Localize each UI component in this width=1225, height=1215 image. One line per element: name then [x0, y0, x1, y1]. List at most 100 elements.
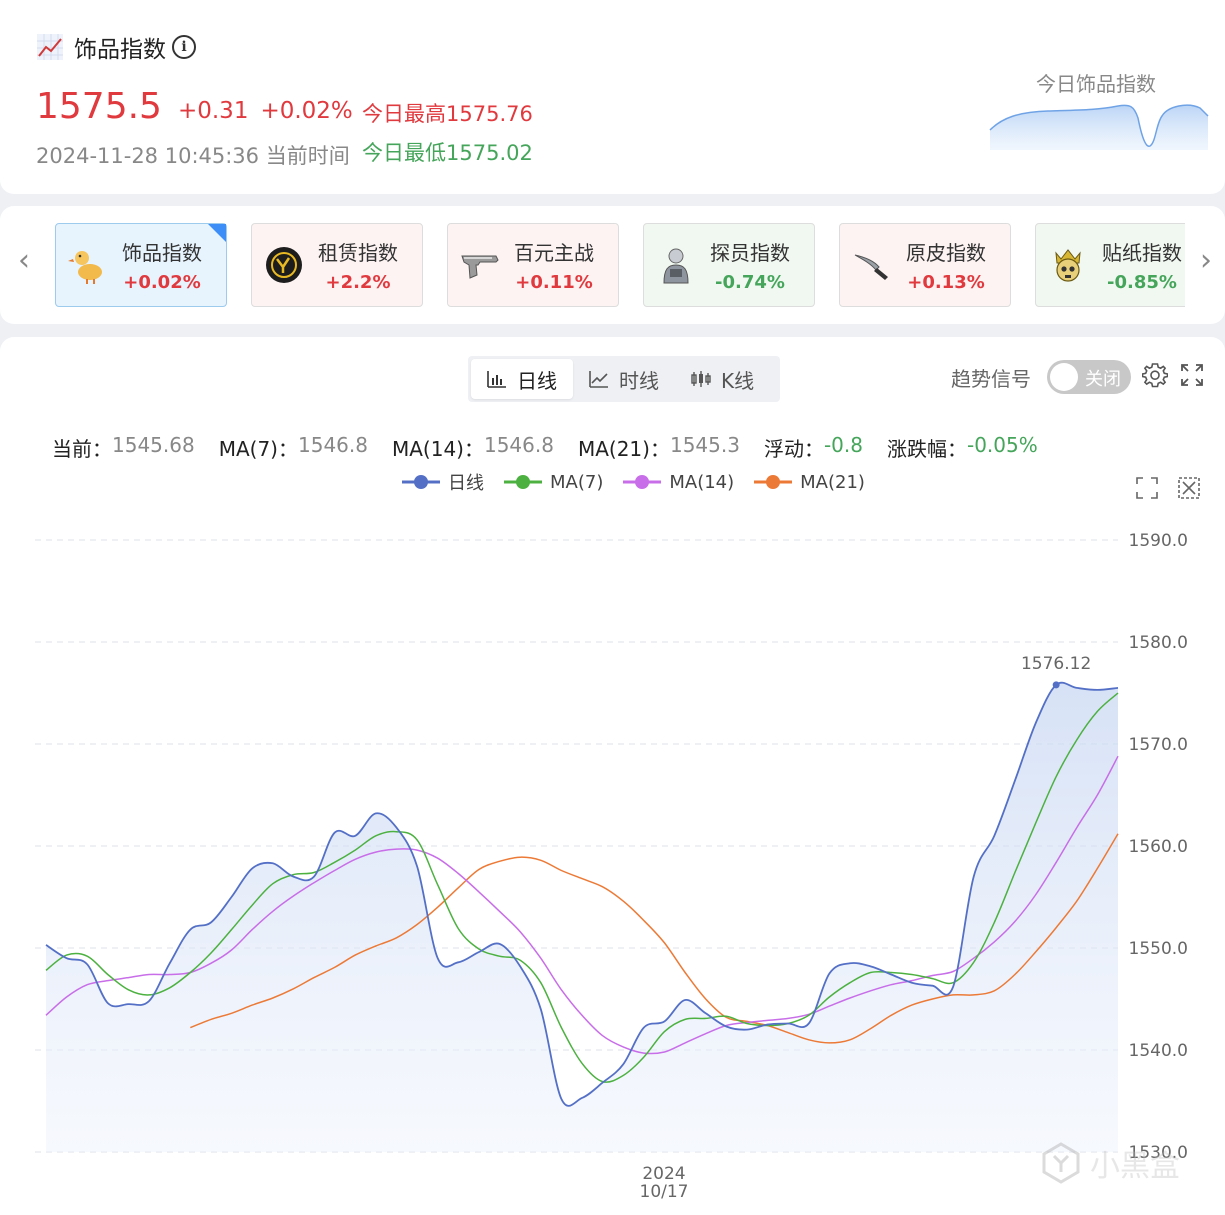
tab-hourly-label: 时线	[619, 368, 659, 393]
agent-icon	[663, 248, 689, 284]
price-change: +0.31	[177, 98, 249, 124]
float-value: -0.8	[823, 433, 863, 457]
float-label: 浮动：	[763, 437, 824, 461]
category-name: 原皮指数	[906, 241, 986, 265]
change-pct-value: -0.05%	[966, 433, 1038, 457]
legend-label: 日线	[448, 473, 484, 494]
zoom-reset-icon[interactable]	[1177, 476, 1201, 500]
price-row: 1575.5 +0.31 +0.02%	[36, 86, 353, 127]
category-change: +2.2%	[325, 272, 391, 293]
trend-signal-label: 趋势信号	[951, 367, 1031, 391]
category-item-sticker-index[interactable]: 贴纸指数 -0.85%	[1035, 223, 1185, 307]
toggle-knob	[1050, 363, 1078, 391]
category-texts: 租赁指数 +2.2%	[318, 237, 398, 293]
legend-item-ma21[interactable]: MA(21)	[754, 469, 865, 495]
chart-legend: 日线 MA(7) MA(14) MA(21)	[402, 469, 885, 495]
ma14-label: MA(14)：	[391, 437, 484, 461]
ma14-value: 1546.8	[483, 433, 554, 457]
scroll-left-arrow-icon[interactable]: ‹	[18, 246, 30, 276]
max-point-marker	[1052, 681, 1060, 689]
duck-icon	[68, 251, 102, 284]
y-axis-tick-label: 1540.0	[1129, 1041, 1188, 1061]
category-change: -0.74%	[715, 272, 785, 293]
today-mini-chart	[989, 104, 1209, 150]
candlestick-icon	[691, 371, 711, 387]
page-title: 饰品指数	[74, 37, 166, 63]
watermark-text: 小黑盒	[1090, 1149, 1180, 1184]
category-track: 饰品指数 +0.02% 租赁指数 +2.2% 百元主战 +0.11% 探员指数 …	[55, 223, 1185, 307]
legend-marker	[504, 475, 542, 489]
category-viewport: 饰品指数 +0.02% 租赁指数 +2.2% 百元主战 +0.11% 探员指数 …	[55, 223, 1185, 309]
current-time: 2024-11-28 10:45:36 当前时间	[36, 144, 350, 168]
legend-marker	[754, 475, 793, 489]
rental-logo-icon	[266, 247, 302, 283]
x-axis-date-label: 10/17	[640, 1182, 689, 1202]
y-axis-tick-label: 1570.0	[1129, 735, 1188, 755]
change-pct-label: 涨跌幅：	[886, 437, 967, 461]
tab-kline-label: K线	[721, 368, 755, 393]
category-texts: 百元主战 +0.11%	[514, 237, 594, 293]
legend-label: MA(14)	[669, 471, 735, 493]
legend-marker	[623, 475, 662, 489]
category-change: +0.11%	[515, 272, 593, 293]
zoom-select-icon[interactable]	[1135, 476, 1159, 500]
category-texts: 饰品指数 +0.02%	[122, 237, 202, 293]
bar-chart-icon	[487, 371, 506, 388]
ma21-label: MA(21)：	[577, 437, 670, 461]
pistol-icon	[461, 255, 499, 279]
info-icon[interactable]: i	[172, 35, 196, 59]
tab-hourly[interactable]: 时线	[573, 359, 675, 399]
chart-period-tabs: 日线 时线 K线	[468, 356, 780, 402]
category-item-hundred-yuan-main[interactable]: 百元主战 +0.11%	[447, 223, 619, 307]
scroll-right-arrow-icon[interactable]: ›	[1200, 246, 1212, 276]
ma21-value: 1545.3	[669, 433, 740, 457]
knife-icon	[854, 254, 888, 280]
category-name: 百元主战	[514, 241, 594, 265]
x-axis-year-label: 2024	[642, 1164, 685, 1184]
legend-label: MA(7)	[550, 471, 604, 493]
category-name: 贴纸指数	[1102, 241, 1182, 265]
y-axis-tick-label: 1560.0	[1129, 837, 1188, 857]
category-change: +0.13%	[907, 272, 985, 293]
mini-chart-title: 今日饰品指数	[1036, 72, 1156, 96]
ma7-label: MA(7)：	[218, 437, 298, 461]
current-label: 当前：	[52, 437, 112, 461]
today-high: 今日最高1575.76	[362, 102, 533, 126]
gear-icon[interactable]	[1142, 362, 1168, 388]
category-name: 租赁指数	[318, 241, 398, 265]
trend-signal-toggle[interactable]: 关闭	[1047, 360, 1131, 394]
y-axis-tick-label: 1580.0	[1129, 633, 1188, 653]
category-change: -0.85%	[1107, 272, 1177, 293]
y-axis-tick-label: 1590.0	[1129, 531, 1188, 551]
y-axis-tick-label: 1550.0	[1129, 939, 1188, 959]
category-texts: 原皮指数 +0.13%	[906, 237, 986, 293]
xiaoheihe-logo-icon	[1042, 1142, 1080, 1184]
price-change-percent: +0.02%	[260, 98, 353, 124]
trend-chart-icon	[37, 34, 63, 60]
index-category-bar: ‹ 饰品指数 +0.02% 租赁指数 +2.2% 百元主战 +0.11% 探员指…	[0, 206, 1225, 324]
title-row: 饰品指数 i	[36, 30, 196, 64]
tab-kline[interactable]: K线	[675, 359, 770, 399]
legend-item-ma14[interactable]: MA(14)	[623, 469, 734, 495]
category-item-rental-index[interactable]: 租赁指数 +2.2%	[251, 223, 423, 307]
category-change: +0.02%	[123, 272, 201, 293]
chart-stats-row: 当前： 1545.68 MA(7)： 1546.8 MA(14)： 1546.8…	[52, 433, 1062, 462]
ma7-value: 1546.8	[298, 433, 368, 457]
legend-label: MA(21)	[800, 471, 865, 493]
current-value: 1545.68	[112, 433, 195, 457]
category-texts: 贴纸指数 -0.85%	[1102, 237, 1182, 293]
legend-item-daily[interactable]: 日线	[402, 469, 484, 495]
fullscreen-icon[interactable]	[1180, 363, 1204, 387]
tab-daily[interactable]: 日线	[471, 359, 573, 399]
category-name: 饰品指数	[122, 241, 202, 265]
legend-marker	[402, 475, 440, 489]
category-name: 探员指数	[710, 241, 790, 265]
category-item-accessory-index[interactable]: 饰品指数 +0.02%	[55, 223, 227, 307]
skull-crown-icon	[1055, 249, 1081, 282]
category-item-agent-index[interactable]: 探员指数 -0.74%	[643, 223, 815, 307]
index-chart-card: 1590.0 1580.0 1570.0 1560.0 1550.0 1540.0 1530…	[0, 337, 1225, 1215]
category-item-vanilla-index[interactable]: 原皮指数 +0.13%	[839, 223, 1011, 307]
watermark-logo: 小黑盒	[1040, 1138, 1200, 1188]
legend-item-ma7[interactable]: MA(7)	[504, 469, 603, 495]
toggle-text: 关闭	[1085, 369, 1121, 390]
